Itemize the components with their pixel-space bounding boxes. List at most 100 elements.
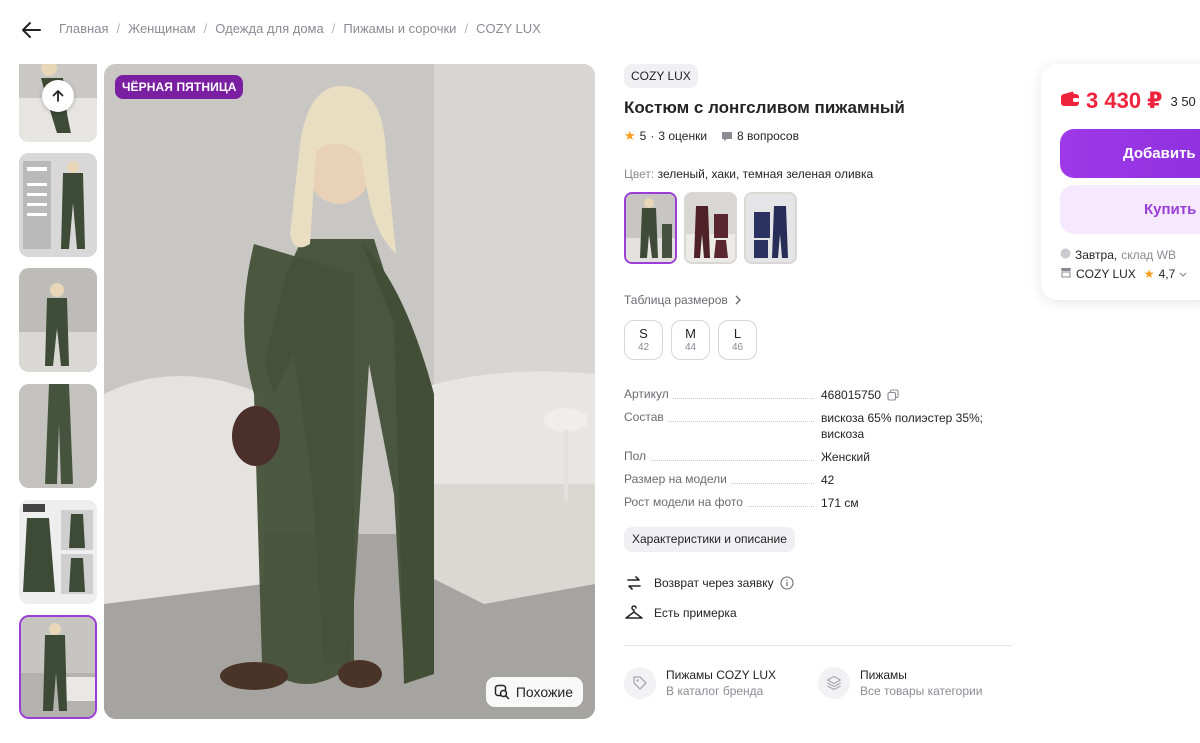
globe-icon [1060,248,1071,262]
thumbnail-strip [19,64,97,719]
rating-separator: · [650,129,655,143]
specs-table: Артикул 468015750 Состав вискоза 65% пол… [624,387,1014,518]
spec-key: Артикул [624,387,673,401]
description-button[interactable]: Характеристики и описание [624,527,795,552]
buy-now-button[interactable]: Купить [1060,185,1200,234]
size-options: S 42 M 44 L 46 [624,320,757,360]
info-icon[interactable] [780,576,794,590]
questions-icon [721,130,733,142]
scroll-up-button[interactable] [42,80,74,112]
rating-row[interactable]: ★ 5 · 3 оценки 8 вопросов [624,128,799,144]
wallet-icon [1060,91,1080,112]
thumbnail-6[interactable] [19,615,97,719]
brand-catalog-title: Пижамы COZY LUX [666,667,777,682]
questions-count[interactable]: 8 вопросов [737,129,799,143]
color-swatch-burgundy[interactable] [684,192,737,264]
price-row: 3 430 ₽ 3 50 [1060,88,1196,114]
return-icon [624,575,644,591]
brand-catalog-link[interactable]: Пижамы COZY LUX В каталог бренда [624,667,776,699]
size-letter: L [733,326,742,341]
fitting-label: Есть примерка [654,606,737,620]
size-ru: 44 [684,342,697,353]
spec-value: вискоза 65% полиэстер 35%; вискоза [821,411,983,441]
spec-row-gender: Пол Женский [624,449,1014,472]
spec-row-composition: Состав вискоза 65% полиэстер 35%; вискоз… [624,410,1014,449]
tag-icon [624,667,656,699]
breadcrumb-item[interactable]: Женщинам [128,21,196,36]
copy-icon[interactable] [887,389,899,405]
spec-row-article: Артикул 468015750 [624,387,1014,410]
color-row: Цвет: зеленый, хаки, темная зеленая олив… [624,167,873,181]
seller-row[interactable]: COZY LUX ★ 4,7 [1060,267,1187,281]
spec-row-model-size: Размер на модели 42 [624,472,1014,495]
product-title: Костюм с лонгсливом пижамный [624,98,905,117]
breadcrumb-item[interactable]: Пижамы и сорочки [343,21,456,36]
size-option-m[interactable]: M 44 [671,320,710,360]
similar-button[interactable]: Похожие [485,677,583,707]
thumbnail-4[interactable] [19,384,97,488]
delivery-info: Завтра, склад WB [1060,248,1176,262]
old-price: 3 50 [1170,93,1196,109]
size-ru: 42 [637,342,650,353]
spec-key: Размер на модели [624,472,731,486]
return-policy-label: Возврат через заявку [654,576,774,590]
delivery-day: Завтра, [1075,248,1118,262]
seller-rating: 4,7 [1158,267,1176,281]
price: 3 430 ₽ [1086,88,1163,113]
product-photo [104,64,595,719]
spec-value: 468015750 [821,387,1011,405]
seller-name: COZY LUX [1076,267,1136,281]
add-to-cart-button[interactable]: Добавить [1060,129,1200,178]
thumbnail-2[interactable] [19,153,97,257]
size-option-l[interactable]: L 46 [718,320,757,360]
main-product-image[interactable]: ЧЁРНАЯ ПЯТНИЦА Похожие [104,64,595,719]
breadcrumb-item[interactable]: COZY LUX [476,21,541,36]
color-swatches [624,192,797,264]
spec-key: Рост модели на фото [624,495,747,509]
top-bar: Главная / Женщинам / Одежда для дома / Пижа… [0,0,1200,60]
similar-label: Похожие [515,684,573,700]
fitting-available: Есть примерка [624,605,737,621]
thumbnail-3[interactable] [19,268,97,372]
rating-value: 5 [639,129,647,143]
size-table-link[interactable]: Таблица размеров [624,293,742,307]
brand-chip[interactable]: COZY LUX [624,64,698,88]
reviews-count[interactable]: 3 оценки [658,129,707,143]
color-value: зеленый, хаки, темная зеленая оливка [657,167,874,181]
color-label: Цвет: [624,167,655,181]
brand-catalog-sub: В каталог бренда [666,683,764,698]
product-info: COZY LUX Костюм с лонгсливом пижамный ★ … [624,64,1014,699]
back-arrow-icon[interactable] [18,16,46,44]
layers-icon [818,667,850,699]
promo-badge: ЧЁРНАЯ ПЯТНИЦА [115,75,244,99]
article-number[interactable]: 468015750 [821,388,881,402]
size-option-s[interactable]: S 42 [624,320,663,360]
return-policy: Возврат через заявку [624,575,794,591]
size-ru: 46 [731,342,744,353]
shop-icon [1060,267,1072,281]
color-swatch-green[interactable] [624,192,677,264]
size-letter: M [685,326,696,341]
size-letter: S [639,326,648,341]
color-swatch-navy[interactable] [744,192,797,264]
hanger-icon [624,605,644,621]
delivery-place: склад WB [1121,248,1176,262]
star-icon: ★ [624,128,636,143]
spec-row-model-height: Рост модели на фото 171 см [624,495,1014,518]
arrow-up-icon [52,90,64,102]
spec-value: Женский [821,450,870,464]
divider [624,645,1012,646]
category-link[interactable]: Пижамы Все товары категории [818,667,982,699]
size-table-label: Таблица размеров [624,293,728,307]
spec-key: Пол [624,449,651,463]
thumbnail-5[interactable] [19,500,97,604]
chevron-down-icon [1179,267,1187,281]
breadcrumb: Главная / Женщинам / Одежда для дома / Пижа… [59,21,541,36]
category-title: Пижамы [860,667,907,682]
buy-card: 3 430 ₽ 3 50 Добавить Купить Завтра, скл… [1041,64,1200,300]
spec-value: 171 см [821,496,859,510]
breadcrumb-item[interactable]: Главная [59,21,108,36]
breadcrumb-item[interactable]: Одежда для дома [215,21,323,36]
search-image-icon [494,684,510,700]
star-icon: ★ [1143,267,1155,281]
